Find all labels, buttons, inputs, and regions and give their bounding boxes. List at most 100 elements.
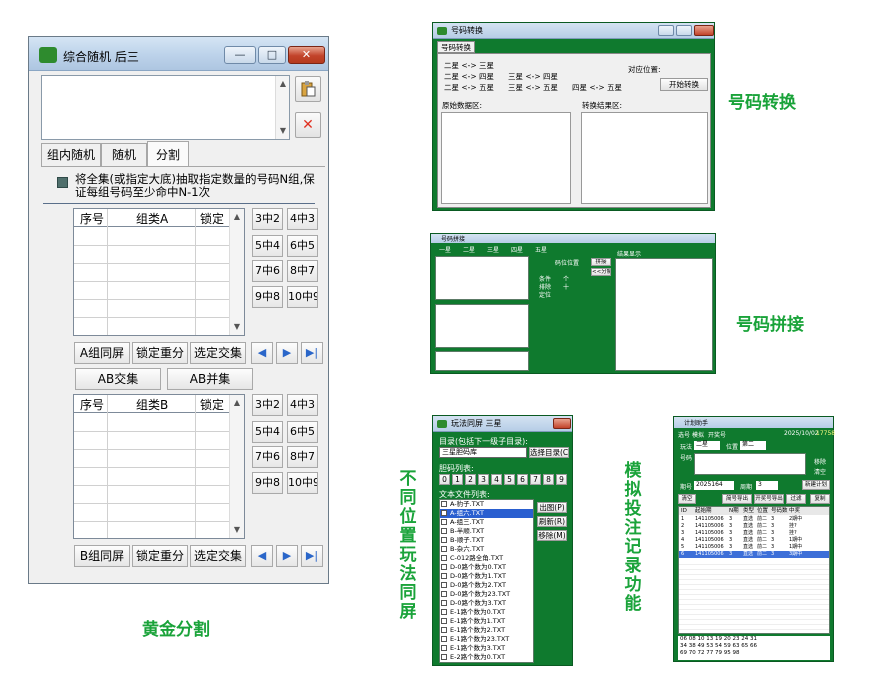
close-button[interactable]: ✕ xyxy=(288,46,325,64)
maximize-button[interactable]: □ xyxy=(258,46,286,64)
tab-select[interactable]: 选号 xyxy=(678,430,690,439)
opt-3-4[interactable]: 三星 <-> 四星 xyxy=(508,71,558,82)
file-checkbox[interactable] xyxy=(441,618,447,624)
digit-button[interactable]: 4 xyxy=(491,474,502,485)
option-checkbox[interactable] xyxy=(57,177,68,188)
file-checkbox[interactable] xyxy=(441,600,447,606)
digit-button[interactable]: 2 xyxy=(465,474,476,485)
file-checkbox[interactable] xyxy=(441,501,447,507)
digit-button[interactable]: 1 xyxy=(452,474,463,485)
a-same-screen-button[interactable]: A组同屏 xyxy=(74,342,130,364)
opt-2-3[interactable]: 二星 <-> 三星 xyxy=(444,60,494,71)
splice-radio-3[interactable]: 三星 xyxy=(487,245,499,254)
remove-label[interactable]: 移除 xyxy=(814,457,826,466)
scroll-down-icon[interactable]: ▼ xyxy=(276,125,290,137)
splice-button[interactable]: 拼接 xyxy=(591,258,611,266)
ab-union-button[interactable]: AB并集 xyxy=(167,368,253,390)
file-checkbox[interactable] xyxy=(441,582,447,588)
digit-button[interactable]: 3 xyxy=(478,474,489,485)
hit-9-8-button[interactable]: 9中8 xyxy=(252,472,283,494)
file-list-item[interactable]: D-0路个数为23.TXT xyxy=(440,590,533,599)
prev-icon[interactable]: ◀ xyxy=(251,545,273,567)
file-list-item[interactable]: A-组三.TXT xyxy=(440,518,533,527)
start-convert-button[interactable]: 开始转换 xyxy=(660,78,708,91)
splice-radio-5[interactable]: 五星 xyxy=(535,245,547,254)
toolbar-button[interactable]: 开奖号导出 xyxy=(754,494,784,504)
result-textarea[interactable] xyxy=(581,112,708,204)
opt-3-5[interactable]: 三星 <-> 五星 xyxy=(508,82,558,93)
hit-6-5-button[interactable]: 6中5 xyxy=(287,421,318,443)
source-textarea[interactable] xyxy=(441,112,571,204)
file-list-item[interactable]: E-1路个数为3.TXT xyxy=(440,644,533,653)
file-checkbox[interactable] xyxy=(441,636,447,642)
hit-4-3-button[interactable]: 4中3 xyxy=(287,394,318,416)
next-icon[interactable]: ▶ xyxy=(276,342,298,364)
file-list-item[interactable]: D-0路个数为0.TXT xyxy=(440,563,533,572)
b-selected-intersection-button[interactable]: 选定交集 xyxy=(190,545,246,567)
file-list-item[interactable]: B-顺子.TXT xyxy=(440,536,533,545)
decompose-button[interactable]: <<分解 xyxy=(591,268,611,276)
file-checkbox[interactable] xyxy=(441,519,447,525)
issue-input[interactable]: 2025164 xyxy=(694,481,734,490)
grid-b[interactable]: 序号 组类B 锁定 ▲ ▼ xyxy=(73,394,245,539)
file-checkbox[interactable] xyxy=(441,609,447,615)
a-selected-intersection-button[interactable]: 选定交集 xyxy=(190,342,246,364)
file-list-item[interactable]: D-0路个数为2.TXT xyxy=(440,581,533,590)
file-checkbox[interactable] xyxy=(441,654,447,660)
file-list-item[interactable]: A-豹子.TXT xyxy=(440,500,533,509)
period-input[interactable]: 3 xyxy=(756,481,778,490)
splice-radio-2[interactable]: 二星 xyxy=(463,245,475,254)
file-list-item[interactable]: B-杂六.TXT xyxy=(440,545,533,554)
play-select[interactable]: 二星 xyxy=(694,441,720,450)
hit-9-8-button[interactable]: 9中8 xyxy=(252,286,283,308)
hit-7-6-button[interactable]: 7中6 xyxy=(252,260,283,282)
table-row[interactable]: 2 141105006 3 直选 前二 3 挂? xyxy=(679,523,829,530)
remove-button[interactable]: 移除(M) xyxy=(537,530,567,541)
locate-label[interactable]: 定位 xyxy=(539,290,551,299)
digit-button[interactable]: 8 xyxy=(543,474,554,485)
memo-scrollbar[interactable]: ▲ ▼ xyxy=(275,76,289,139)
splice-radio-1[interactable]: 一星 xyxy=(439,245,451,254)
file-checkbox[interactable] xyxy=(441,528,447,534)
b-lock-redistribute-button[interactable]: 锁定重分 xyxy=(132,545,188,567)
file-checkbox[interactable] xyxy=(441,537,447,543)
close-button[interactable] xyxy=(553,418,571,429)
hit-3-2-button[interactable]: 3中2 xyxy=(252,208,283,230)
opt-2-4[interactable]: 二星 <-> 四星 xyxy=(444,71,494,82)
table-row[interactable]: 3 141105006 3 直选 前二 3 挂? xyxy=(679,530,829,537)
toolbar-button[interactable]: 清空 xyxy=(678,494,696,504)
code-textarea[interactable] xyxy=(694,453,806,475)
digit-button[interactable]: 7 xyxy=(530,474,541,485)
file-list-item[interactable]: E-2路个数为0.TXT xyxy=(440,653,533,662)
digit-button[interactable]: 9 xyxy=(556,474,567,485)
opt-2-5[interactable]: 二星 <-> 五星 xyxy=(444,82,494,93)
next-icon[interactable]: ▶ xyxy=(276,545,298,567)
close-button[interactable] xyxy=(694,25,714,36)
splice-input-1[interactable] xyxy=(435,256,529,300)
paste-button[interactable] xyxy=(295,76,321,102)
last-icon[interactable]: ▶| xyxy=(301,545,323,567)
b-same-screen-button[interactable]: B组同屏 xyxy=(74,545,130,567)
file-checkbox[interactable] xyxy=(441,627,447,633)
file-list-item[interactable]: A-组六.TXT xyxy=(440,509,533,518)
table-row[interactable]: 6 141105006 3 直选 前二 3 3期中 xyxy=(679,551,829,558)
file-checkbox[interactable] xyxy=(441,573,447,579)
toolbar-button[interactable]: 过滤 xyxy=(786,494,806,504)
maximize-button[interactable] xyxy=(676,25,692,36)
splice-result-box[interactable] xyxy=(615,258,713,371)
simulate-table[interactable]: ID 起始期 N期 类型 位置 号码数 中奖 1 141105006 3 直选 前二 3 2期中 2 1411… xyxy=(678,506,830,634)
hit-8-7-button[interactable]: 8中7 xyxy=(287,446,318,468)
scroll-up-icon[interactable]: ▲ xyxy=(230,397,244,409)
file-checkbox[interactable] xyxy=(441,510,447,516)
tab-group-random[interactable]: 组内随机 xyxy=(41,143,101,167)
file-checkbox[interactable] xyxy=(441,645,447,651)
file-checkbox[interactable] xyxy=(441,555,447,561)
hit-6-5-button[interactable]: 6中5 xyxy=(287,235,318,257)
hit-8-7-button[interactable]: 8中7 xyxy=(287,260,318,282)
new-plan-button[interactable]: 新建计划 xyxy=(802,480,830,490)
a-lock-redistribute-button[interactable]: 锁定重分 xyxy=(132,342,188,364)
choose-dir-button[interactable]: 选择目录(C) xyxy=(529,447,569,458)
export-image-button[interactable]: 出图(P) xyxy=(537,502,567,513)
memo-textarea[interactable]: ▲ ▼ xyxy=(41,75,290,140)
tab-simulate[interactable]: 模拟 xyxy=(692,430,704,439)
